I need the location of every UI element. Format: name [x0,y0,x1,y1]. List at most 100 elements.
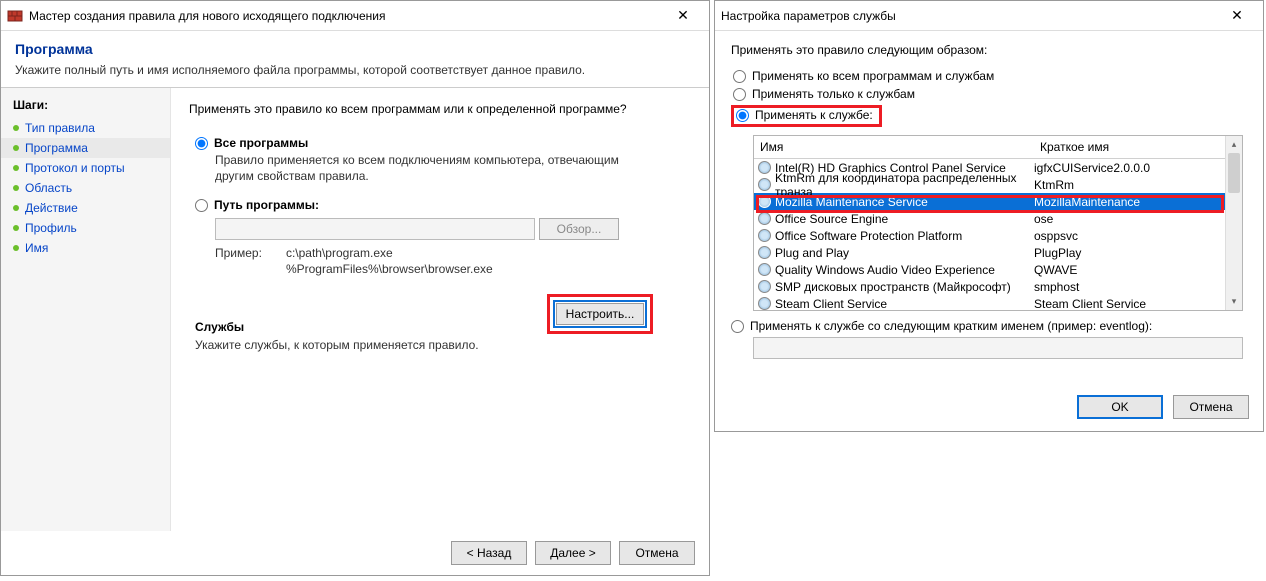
radio-program-path[interactable] [195,199,208,212]
page-heading: Программа [1,31,709,61]
table-header: Имя Краткое имя [754,136,1242,159]
col-short-name[interactable]: Краткое имя [1034,136,1242,158]
radio-all-programs[interactable] [195,137,208,150]
sidebar-title: Шаги: [1,94,170,118]
table-row[interactable]: Plug and Play PlugPlay [754,244,1242,261]
bullet-icon [13,185,19,191]
step-scope[interactable]: Область [1,178,170,198]
bullet-icon [13,245,19,251]
step-label: Протокол и порты [25,161,125,175]
prompt-text: Применять это правило ко всем программам… [189,102,691,116]
step-action[interactable]: Действие [1,198,170,218]
step-label: Тип правила [25,121,95,135]
svc-short: igfxCUIService2.0.0.0 [1034,161,1242,175]
step-protocol-ports[interactable]: Протокол и порты [1,158,170,178]
step-name[interactable]: Имя [1,238,170,258]
scroll-down-icon[interactable]: ▾ [1226,293,1242,310]
bullet-icon [13,205,19,211]
close-button[interactable]: ✕ [663,2,703,30]
step-label: Имя [25,241,48,255]
wizard-footer: < Назад Далее > Отмена [1,531,709,575]
svc-name: Steam Client Service [775,297,887,311]
services-table: Имя Краткое имя Intel(R) HD Graphics Con… [753,135,1243,311]
apply-intro: Применять это правило следующим образом: [731,43,1247,57]
cancel-button[interactable]: Отмена [619,541,695,565]
svc-short: KtmRm [1034,178,1242,192]
svc-name: Quality Windows Audio Video Experience [775,263,995,277]
highlight-configure: Настроить... [547,294,653,334]
step-rule-type[interactable]: Тип правила [1,118,170,138]
svc-name: Mozilla Maintenance Service [775,195,928,209]
scrollbar[interactable]: ▴ ▾ [1225,136,1242,310]
configure-services-button[interactable]: Настроить... [556,303,644,325]
radio-all-programs-label: Все программы [214,136,308,150]
service-icon [758,212,771,225]
highlight-apply-to-service: Применять к службе: [731,105,882,127]
svc-short: ose [1034,212,1242,226]
step-label: Область [25,181,72,195]
next-button[interactable]: Далее > [535,541,611,565]
step-label: Профиль [25,221,77,235]
service-icon [758,178,771,191]
svc-short: osppsvc [1034,229,1242,243]
table-row[interactable]: Steam Client Service Steam Client Service [754,295,1242,310]
radio-apply-services-only[interactable] [733,88,746,101]
example-line-2: %ProgramFiles%\browser\browser.exe [286,262,493,278]
svc-name: SMP дисковых пространств (Майкрософт) [775,280,1011,294]
step-program[interactable]: Программа [1,138,170,158]
bullet-icon [13,225,19,231]
example-label: Пример: [215,246,262,277]
window-title: Мастер создания правила для нового исход… [29,9,663,23]
col-name[interactable]: Имя [754,136,1034,158]
radio-apply-all[interactable] [733,70,746,83]
main-panel: Применять это правило ко всем программам… [171,88,709,531]
scroll-up-icon[interactable]: ▴ [1226,136,1242,153]
step-profile[interactable]: Профиль [1,218,170,238]
dialog-title: Настройка параметров службы [721,9,1217,23]
radio-apply-all-label: Применять ко всем программам и службам [752,69,994,83]
svc-short: QWAVE [1034,263,1242,277]
radio-apply-short-name-label: Применять к службе со следующим кратким … [750,319,1152,333]
titlebar: Настройка параметров службы ✕ [715,1,1263,31]
titlebar: Мастер создания правила для нового исход… [1,1,709,31]
ok-button[interactable]: OK [1077,395,1163,419]
scroll-thumb[interactable] [1228,153,1240,193]
service-icon [758,195,771,208]
table-row[interactable]: Office Source Engine ose [754,210,1242,227]
page-subheading: Укажите полный путь и имя исполняемого ф… [1,61,709,87]
back-button[interactable]: < Назад [451,541,527,565]
close-button[interactable]: ✕ [1217,2,1257,30]
radio-apply-to-service[interactable] [736,109,749,122]
service-icon [758,263,771,276]
svc-short: PlugPlay [1034,246,1242,260]
svc-name: Plug and Play [775,246,849,260]
cancel-button[interactable]: Отмена [1173,395,1249,419]
bullet-icon [13,125,19,131]
svc-name: Office Software Protection Platform [775,229,962,243]
svc-short: Steam Client Service [1034,297,1242,311]
table-row[interactable]: SMP дисковых пространств (Майкрософт) smp… [754,278,1242,295]
browse-button[interactable]: Обзор... [539,218,619,240]
step-label: Действие [25,201,78,215]
radio-all-programs-desc: Правило применяется ко всем подключениям… [215,152,635,184]
svc-name: Office Source Engine [775,212,888,226]
example-line-1: c:\path\program.exe [286,246,493,262]
radio-apply-services-only-label: Применять только к службам [752,87,915,101]
radio-apply-short-name[interactable] [731,320,744,333]
table-row[interactable]: Office Software Protection Platform ospps… [754,227,1242,244]
program-path-input[interactable] [215,218,535,240]
bullet-icon [13,145,19,151]
bullet-icon [13,165,19,171]
table-row[interactable]: KtmRm для координатора распределенных тр… [754,176,1242,193]
radio-apply-to-service-label: Применять к службе: [755,108,873,122]
service-icon [758,246,771,259]
table-row-selected[interactable]: Mozilla Maintenance ServiceMozillaMainte… [754,193,1242,210]
service-icon [758,229,771,242]
wizard-window: Мастер создания правила для нового исход… [0,0,710,576]
table-row[interactable]: Quality Windows Audio Video Experience QW… [754,261,1242,278]
short-name-input[interactable] [753,337,1243,359]
firewall-icon [7,8,23,24]
radio-program-path-label: Путь программы: [214,198,319,212]
svc-short: smphost [1034,280,1242,294]
service-icon [758,297,771,310]
